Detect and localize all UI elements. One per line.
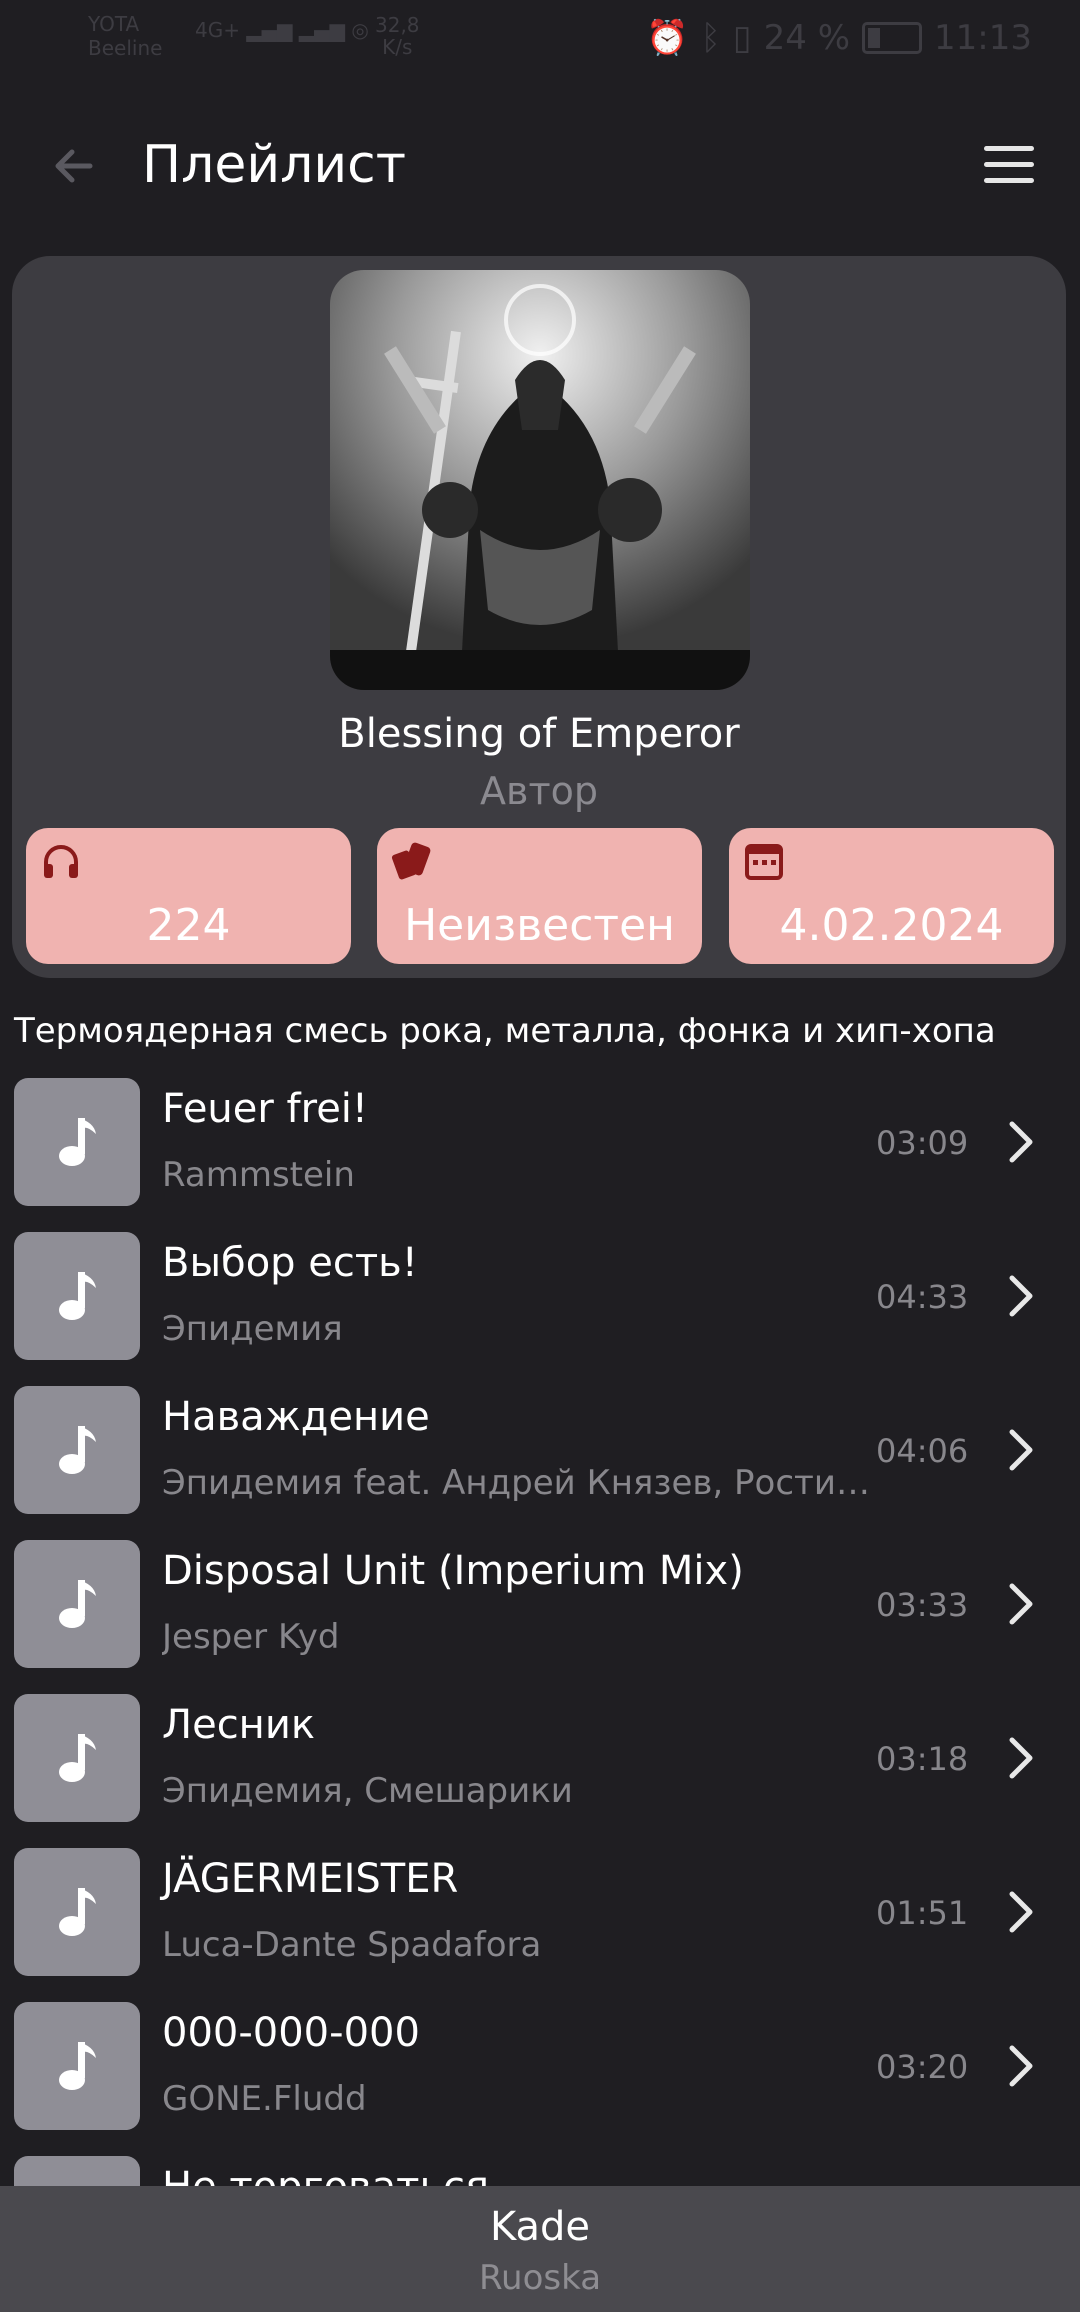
music-note-icon [59,1888,96,1936]
playlist-card: Blessing of Emperor Автор 224 Неизвестен… [12,256,1066,978]
status-bar: YOTA Beeline 4G+ ▂▄▆ ▂▄▆ ◎ 32,8 K/s ⏰ ᛒ … [0,0,1080,90]
app-bar: Плейлист [0,110,1080,220]
listens-count: 224 [146,900,231,951]
clock: 11:13 [934,18,1032,58]
track-duration: 03:09 [876,1124,969,1162]
status-right: ⏰ ᛒ ▯ 24 % 11:13 [646,18,1032,58]
track-artist: Rammstein [162,1155,355,1195]
now-playing-title: Kade [489,2204,591,2250]
track-artist: Luca-Dante Spadafora [162,1925,542,1965]
track-title: Выбор есть! [162,1240,418,1286]
net-type: 4G+ [195,18,240,42]
track-title: Наваждение [162,1394,430,1440]
cards-icon [391,842,431,880]
playlist-description: Термоядерная смесь рока, металла, фонка … [14,1011,996,1051]
track-row[interactable]: Наваждение Эпидемия feat. Андрей Князев, … [0,1384,1080,1538]
track-duration: 04:06 [876,1432,969,1470]
track-title: Feuer frei! [162,1086,368,1132]
track-title: Лесник [162,1702,315,1748]
chevron-right-icon[interactable] [1000,1268,1040,1324]
track-duration: 04:33 [876,1278,969,1316]
playlist-cover [330,270,750,690]
chevron-right-icon[interactable] [1000,1576,1040,1632]
mini-player[interactable]: Kade Ruoska [0,2186,1080,2312]
track-title: Не торговаться [162,2160,489,2186]
carrier-info: YOTA Beeline [88,12,162,60]
music-note-icon [59,1734,96,1782]
track-title: JÄGERMEISTER [162,1856,459,1902]
track-duration: 03:18 [876,1740,969,1778]
track-title: Disposal Unit (Imperium Mix) [162,1548,744,1594]
alarm-icon: ⏰ [646,18,689,58]
track-thumbnail [14,1078,140,1206]
track-duration: 03:33 [876,1586,969,1624]
carrier-2: Beeline [88,36,163,60]
chevron-right-icon[interactable] [1000,1884,1040,1940]
track-thumbnail [14,2156,140,2186]
music-note-icon [59,1272,96,1320]
genre-stat: Неизвестен [377,828,702,964]
playlist-name: Blessing of Emperor [338,711,740,757]
track-artist: Эпидемия [162,1309,343,1349]
track-artist: Jesper Kyd [162,1617,340,1657]
track-artist: Эпидемия feat. Андрей Князев, Ростислав [162,1463,872,1503]
music-note-icon [59,1580,96,1628]
listens-stat: 224 [26,828,351,964]
track-row[interactable]: Disposal Unit (Imperium Mix) Jesper Kyd 03… [0,1538,1080,1692]
page-title: Плейлист [142,135,407,195]
back-arrow-icon[interactable] [46,138,102,194]
carrier-1: YOTA [88,12,140,36]
menu-icon[interactable] [984,146,1034,186]
bluetooth-icon: ᛒ [700,18,721,58]
net-speed-value: 32,8 [375,13,420,37]
track-row[interactable]: Лесник Эпидемия, Смешарики 03:18 [0,1692,1080,1846]
calendar-icon [745,844,783,880]
date-stat: 4.02.2024 [729,828,1054,964]
track-title: 000-000-000 [162,2010,420,2056]
track-thumbnail [14,1232,140,1360]
track-thumbnail [14,1694,140,1822]
battery-icon [862,22,923,54]
track-row[interactable]: Выбор есть! Эпидемия 04:33 [0,1230,1080,1384]
track-thumbnail [14,2002,140,2130]
signal-icon: 4G+ ▂▄▆ ▂▄▆ ◎ [195,18,369,42]
now-playing-artist: Ruoska [478,2258,602,2298]
track-artist: Эпидемия, Смешарики [162,1771,573,1811]
track-thumbnail [14,1540,140,1668]
vibrate-icon: ▯ [732,18,752,58]
net-speed: 32,8 K/s [375,14,420,58]
chevron-right-icon[interactable] [1000,1114,1040,1170]
battery-percent: 24 % [763,18,851,58]
track-thumbnail [14,1848,140,1976]
track-row[interactable]: JÄGERMEISTER Luca-Dante Spadafora 01:51 [0,1846,1080,2000]
track-row[interactable]: Feuer frei! Rammstein 03:09 [0,1076,1080,1230]
chevron-right-icon[interactable] [1000,2038,1040,2094]
track-duration: 03:20 [876,2048,969,2086]
genre-value: Неизвестен [404,900,675,951]
track-row[interactable]: 000-000-000 GONE.Fludd 03:20 [0,2000,1080,2154]
music-note-icon [59,1426,96,1474]
track-row[interactable]: Не торговаться [0,2154,1080,2186]
headphones-icon [44,845,78,878]
chevron-right-icon[interactable] [1000,1730,1040,1786]
track-artist: GONE.Fludd [162,2079,367,2119]
track-duration: 01:51 [876,1894,969,1932]
track-thumbnail [14,1386,140,1514]
playlist-author[interactable]: Автор [12,766,1066,816]
track-list: Feuer frei! Rammstein 03:09 Выбор есть! Эпид… [0,1076,1080,2186]
music-note-icon [59,2042,96,2090]
date-value: 4.02.2024 [779,900,1004,951]
chevron-right-icon[interactable] [1000,1422,1040,1478]
music-note-icon [59,1118,96,1166]
net-speed-unit: K/s [382,35,413,59]
